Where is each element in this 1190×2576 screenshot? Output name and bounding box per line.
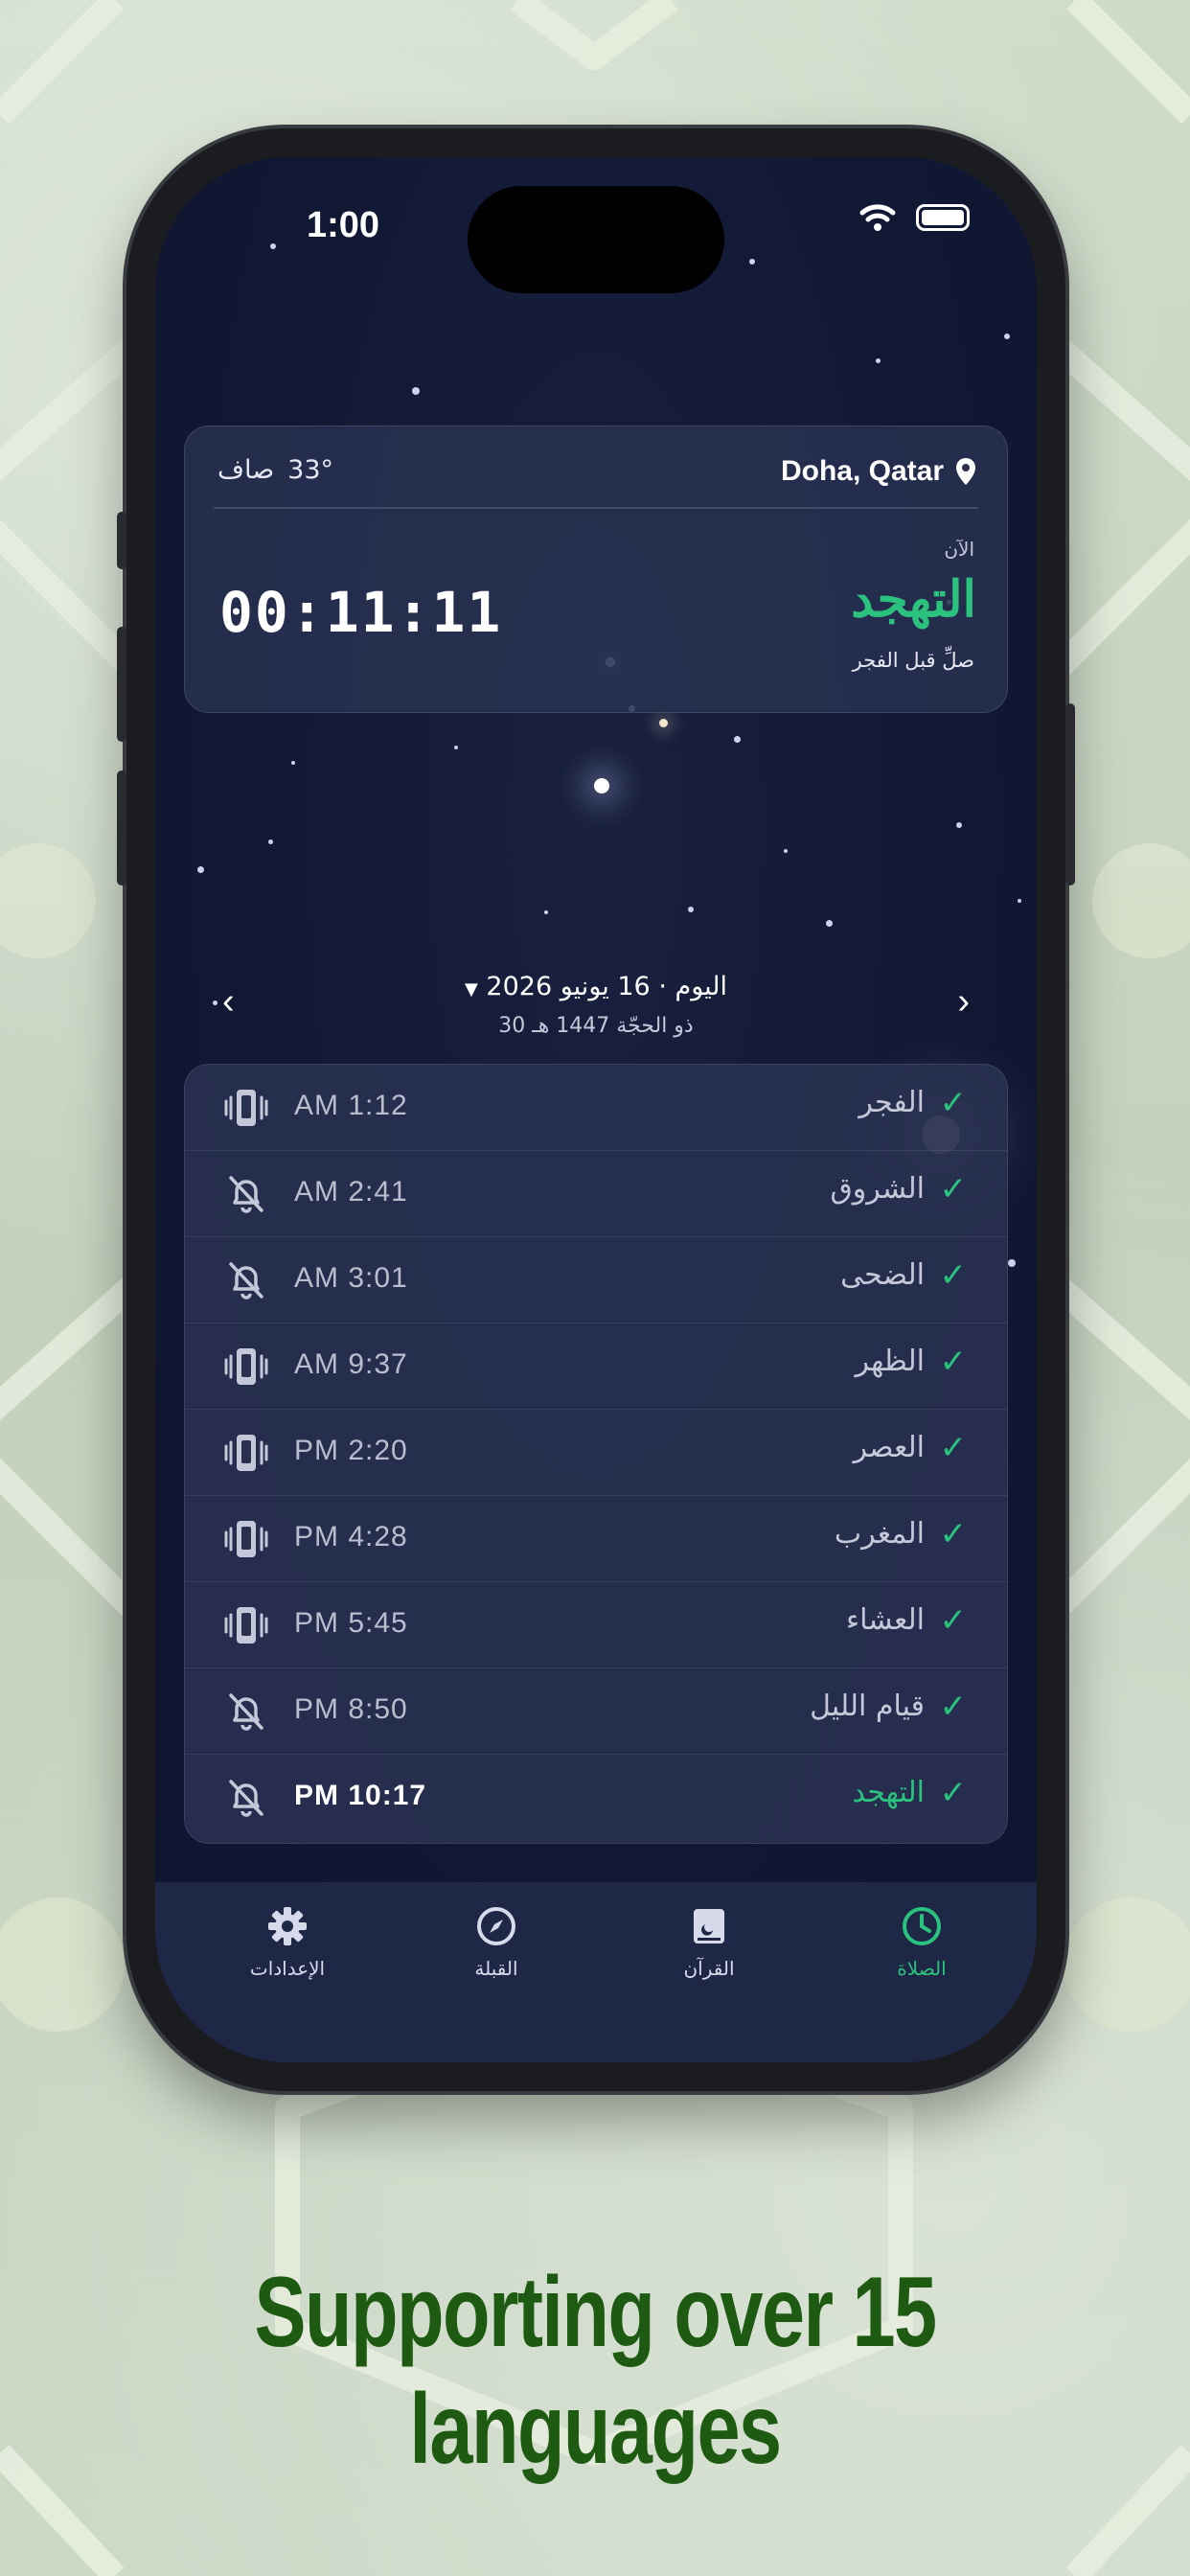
prayer-row[interactable]: PM 2:20 العصر ✓ [185,1410,1007,1496]
prayer-name: الفجر [858,1086,925,1119]
tab-quran-label: القرآن [683,1957,735,1980]
prayer-name: العشاء [846,1603,925,1637]
prayer-time: AM 9:37 [294,1348,408,1380]
next-day-button[interactable]: › [957,981,970,1023]
date-navigator: ‹ ▼ اليوم · 16 يونيو 2026 30 ذو الحجّة 1… [155,972,1037,1058]
countdown-timer: 00:11:11 [219,580,503,645]
tab-settings-label: الإعدادات [249,1957,326,1980]
bell-off-icon[interactable] [223,1776,269,1820]
checkmark-icon: ✓ [939,1601,968,1640]
power-button [1065,703,1075,886]
status-icons [858,203,970,232]
checkmark-icon: ✓ [939,1774,968,1812]
prayer-name: المغرب [834,1517,925,1551]
tab-qibla-label: القبلة [474,1957,518,1980]
prayer-row[interactable]: AM 2:41 الشروق ✓ [185,1151,1007,1237]
prayer-time: PM 4:28 [294,1521,408,1552]
prayer-name: قيام الليل [810,1690,925,1723]
checkmark-icon: ✓ [939,1084,968,1122]
prayer-row[interactable]: AM 9:37 الظهر ✓ [185,1323,1007,1410]
prayer-row[interactable]: PM 4:28 المغرب ✓ [185,1496,1007,1582]
tab-bar: الإعدادات القبلة القرآن الصلاة [155,1882,1037,2062]
temperature: 33° [287,455,334,485]
prayer-time: AM 1:12 [294,1090,408,1121]
volume-down-button [117,770,126,886]
prayer-time: AM 2:41 [294,1176,408,1208]
tab-quran[interactable]: القرآن [632,1905,786,1980]
quran-book-icon [694,1909,724,1944]
tab-prayer-label: الصلاة [897,1957,947,1980]
marketing-caption: Supporting over 15 languages [131,2254,1060,2488]
hijri-date: 30 ذو الحجّة 1447 هـ [498,1014,694,1038]
bell-off-icon[interactable] [223,1258,269,1302]
clock-icon [903,1907,941,1945]
prayer-time: AM 3:01 [294,1262,408,1294]
phone-vibrate-icon[interactable] [223,1345,269,1389]
checkmark-icon: ✓ [939,1688,968,1726]
battery-icon [916,204,970,231]
current-prayer: التهجد [851,570,976,629]
caret-down-icon: ▼ [464,979,478,1000]
tab-settings[interactable]: الإعدادات [211,1905,364,1980]
volume-up-button [117,627,126,742]
compass-icon [477,1907,515,1945]
location-pin-icon [956,458,975,485]
status-time: 1:00 [307,205,380,245]
prayer-row[interactable]: PM 8:50 قيام الليل ✓ [185,1668,1007,1755]
checkmark-icon: ✓ [939,1429,968,1467]
prayer-time: PM 10:17 [294,1780,427,1811]
gregorian-date: اليوم · 16 يونيو 2026 [486,972,728,1001]
prayer-row[interactable]: PM 10:17 التهجد ✓ [185,1755,1007,1841]
wifi-icon [859,204,896,231]
prayer-time: PM 5:45 [294,1607,408,1639]
location-label: Doha, Qatar [780,455,944,487]
bell-off-icon[interactable] [223,1172,269,1216]
date-picker[interactable]: ▼ اليوم · 16 يونيو 2026 [155,972,1037,1001]
phone-vibrate-icon[interactable] [223,1517,269,1561]
checkmark-icon: ✓ [939,1343,968,1381]
prayer-name: العصر [853,1431,925,1464]
card-divider [214,507,978,509]
checkmark-icon: ✓ [939,1170,968,1208]
prayer-name: الضحى [840,1258,925,1292]
now-label: الآن [944,538,974,561]
dynamic-island [468,186,724,293]
tab-prayer[interactable]: الصلاة [845,1905,998,1980]
caption-line-2: languages [409,2374,782,2485]
prayer-time: PM 8:50 [294,1693,408,1725]
weather: صاف 33° [217,455,333,485]
location-card: Doha, Qatar صاف 33° الآن التهجد صلِّ قبل… [184,426,1008,713]
location[interactable]: Doha, Qatar [781,455,976,488]
bell-off-icon[interactable] [223,1690,269,1734]
prayer-name: الشروق [830,1172,925,1206]
prayer-row[interactable]: AM 3:01 الضحى ✓ [185,1237,1007,1323]
caption-line-1: Supporting over 15 [254,2257,937,2368]
phone-vibrate-icon[interactable] [223,1431,269,1475]
checkmark-icon: ✓ [939,1515,968,1553]
phone-vibrate-icon[interactable] [223,1603,269,1647]
current-prayer-subtitle: صلِّ قبل الفجر [852,649,974,672]
prayer-time: PM 2:20 [294,1435,408,1466]
weather-condition: صاف [217,455,275,485]
phone-vibrate-icon[interactable] [223,1086,269,1130]
app-screen: 1:00 Doha, Qatar صاف 33° الآن التهجد صلِ… [155,157,1037,2062]
prayer-name: الظهر [855,1345,925,1378]
prayer-row[interactable]: AM 1:12 الفجر ✓ [185,1065,1007,1151]
phone-frame: 1:00 Doha, Qatar صاف 33° الآن التهجد صلِ… [117,128,1075,2091]
gear-icon [268,1907,307,1945]
checkmark-icon: ✓ [939,1256,968,1295]
tab-qibla[interactable]: القبلة [420,1905,573,1980]
prayer-name: التهجد [852,1776,925,1809]
mute-switch [117,512,126,569]
prayer-row[interactable]: PM 5:45 العشاء ✓ [185,1582,1007,1668]
prayer-times-list: AM 1:12 الفجر ✓ AM 2:41 الشروق ✓ AM 3:01 الضحى ✓… [184,1064,1008,1844]
